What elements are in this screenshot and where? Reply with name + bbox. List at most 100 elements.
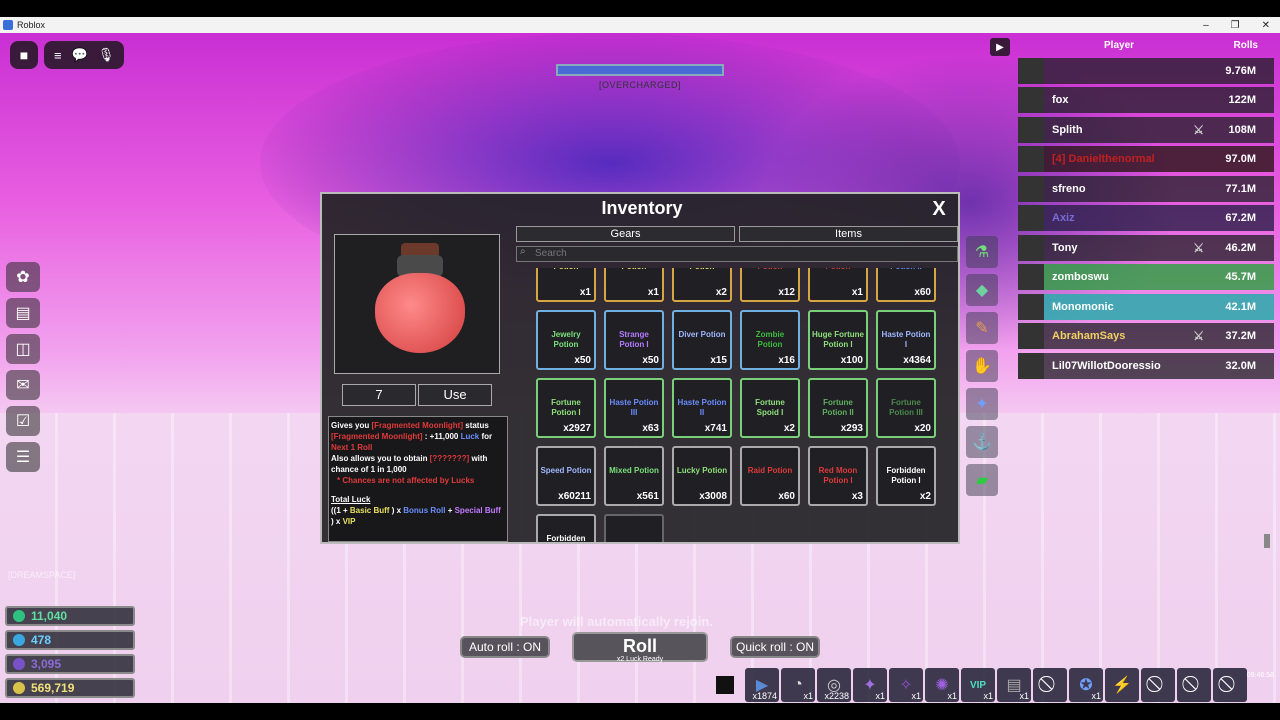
hamburger-icon[interactable]: ≡ bbox=[54, 48, 62, 63]
avatar bbox=[1018, 57, 1044, 84]
item-slot[interactable]: Potion x1 bbox=[604, 268, 664, 302]
close-window-button[interactable]: ✕ bbox=[1262, 20, 1270, 31]
minimize-button[interactable]: – bbox=[1203, 20, 1209, 31]
leaderboard-row[interactable]: sfreno 77.1M bbox=[1018, 175, 1274, 202]
quick-roll-button[interactable]: Quick roll : ON bbox=[730, 636, 820, 658]
item-slot[interactable]: Zombie Potion x16 bbox=[740, 310, 800, 370]
item-slot[interactable]: Lucky Potion x3008 bbox=[672, 446, 732, 506]
star-icon[interactable]: ✦ bbox=[966, 388, 998, 420]
item-slot[interactable]: Huge Fortune Potion I x100 bbox=[808, 310, 868, 370]
tab-items[interactable]: Items bbox=[739, 226, 958, 242]
currency-3: 569,719 bbox=[5, 678, 135, 698]
mic-icon[interactable]: 🎙 bbox=[98, 47, 115, 63]
hotbar-slot[interactable]: ⃠ bbox=[1213, 668, 1247, 702]
hotbar-slot[interactable]: ✪ x1 bbox=[1069, 668, 1103, 702]
leaderboard-row[interactable]: Tony ⚔ 46.2M bbox=[1018, 234, 1274, 261]
item-slot[interactable]: Strange Potion I x50 bbox=[604, 310, 664, 370]
hotbar-count: x1 bbox=[911, 691, 921, 701]
hotbar-slot[interactable]: ⃠ bbox=[1033, 668, 1067, 702]
item-slot[interactable]: Mixed Potion x561 bbox=[604, 446, 664, 506]
item-slot[interactable]: Jewelry Potion x50 bbox=[536, 310, 596, 370]
scroll-icon[interactable]: ✎ bbox=[966, 312, 998, 344]
leaderboard-row[interactable]: fox 122M bbox=[1018, 87, 1274, 113]
item-count: x63 bbox=[642, 423, 659, 434]
stop-icon[interactable] bbox=[716, 676, 734, 694]
player-rolls: 42.1M bbox=[1225, 300, 1256, 313]
hotbar-item-icon: ◔ bbox=[793, 676, 803, 693]
hotbar-slot[interactable]: ⚡ bbox=[1105, 668, 1139, 702]
item-slot[interactable]: Diver Potion x15 bbox=[672, 310, 732, 370]
hotbar-slot[interactable]: ✧ x1 bbox=[889, 668, 923, 702]
hotbar-slot[interactable]: ▶ x1874 bbox=[745, 668, 779, 702]
aura-icon[interactable]: ✿ bbox=[6, 262, 40, 292]
tab-gears[interactable]: Gears bbox=[516, 226, 735, 242]
gem-icon[interactable]: ▰ bbox=[966, 464, 998, 496]
player-rolls: 77.1M bbox=[1225, 182, 1256, 195]
item-slot[interactable]: Raid Potion x60 bbox=[740, 446, 800, 506]
currency-panel: 11,040 478 3,095 569,719 bbox=[5, 606, 135, 698]
leaderboard-row[interactable]: AbrahamSays ⚔ 37.2M bbox=[1018, 323, 1274, 349]
leaderboard-row[interactable]: 9.76M bbox=[1018, 57, 1274, 84]
hotbar-slot[interactable]: ◔ x1 bbox=[781, 668, 815, 702]
hotbar-slot[interactable]: ▤ x1 bbox=[997, 668, 1031, 702]
quantity-input[interactable]: 7 bbox=[342, 384, 416, 406]
letterbox bbox=[0, 703, 1280, 720]
glove-icon[interactable]: ✋ bbox=[966, 350, 998, 382]
item-slot[interactable]: Red Moon Potion I x3 bbox=[808, 446, 868, 506]
leaderboard-row[interactable]: Monomonic 42.1M bbox=[1018, 293, 1274, 320]
leaderboard-row[interactable]: Lil07WillotDooressio 32.0M bbox=[1018, 352, 1274, 379]
dreamspace-label: [DREAMSPACE] bbox=[8, 570, 76, 580]
item-slot[interactable]: Potion x1 bbox=[536, 268, 596, 302]
player-name: Tony bbox=[1052, 241, 1078, 254]
hotbar-slot[interactable]: ⃠ bbox=[1177, 668, 1211, 702]
side-icons: ⚗ ◆ ✎ ✋ ✦ ⚓ ▰ bbox=[966, 236, 998, 496]
item-slot[interactable]: Fortune Spoid I x2 bbox=[740, 378, 800, 438]
item-slot[interactable]: Potion x2 bbox=[672, 268, 732, 302]
roblox-menu-button[interactable]: ■ bbox=[10, 41, 38, 69]
hotbar-slot[interactable]: VIP x1 bbox=[961, 668, 995, 702]
fullscreen-toggle-icon[interactable]: ▶ bbox=[990, 38, 1010, 56]
maximize-button[interactable]: ❐ bbox=[1231, 20, 1240, 31]
item-slot[interactable]: Haste Potion II x741 bbox=[672, 378, 732, 438]
item-slot[interactable]: Speed Potion x60211 bbox=[536, 446, 596, 506]
auto-roll-button[interactable]: Auto roll : ON bbox=[460, 636, 550, 658]
item-slot[interactable]: Potion II x60 bbox=[876, 268, 936, 302]
item-preview bbox=[334, 234, 500, 374]
item-slot[interactable]: Forbidden Potion I x2 bbox=[876, 446, 936, 506]
list-icon[interactable]: ☰ bbox=[6, 442, 40, 472]
scrollbar[interactable] bbox=[1264, 534, 1270, 548]
item-slot[interactable]: Haste Potion I x4364 bbox=[876, 310, 936, 370]
avatar bbox=[1018, 205, 1044, 231]
anchor-icon[interactable]: ⚓ bbox=[966, 426, 998, 458]
quest-icon[interactable]: ✉ bbox=[6, 370, 40, 400]
item-name: Potion bbox=[676, 268, 728, 272]
item-slot[interactable]: Potion x1 bbox=[808, 268, 868, 302]
leaderboard-row[interactable]: zomboswu 45.7M bbox=[1018, 264, 1274, 290]
item-slot[interactable]: Haste Potion III x63 bbox=[604, 378, 664, 438]
leaderboard-row[interactable]: [4] Danielthenormal 97.0M bbox=[1018, 146, 1274, 172]
item-slot[interactable]: Potion x12 bbox=[740, 268, 800, 302]
hotbar-slot[interactable]: ◎ x2238 bbox=[817, 668, 851, 702]
chat-icon[interactable]: 💬 bbox=[72, 47, 88, 63]
item-slot[interactable]: Fortune Potion I x2927 bbox=[536, 378, 596, 438]
storage-icon[interactable]: ◫ bbox=[6, 334, 40, 364]
leaderboard-row[interactable]: Axiz 67.2M bbox=[1018, 205, 1274, 231]
item-slot[interactable]: Fortune Potion II x293 bbox=[808, 378, 868, 438]
roblox-topbar: ■ ≡ 💬 🎙 bbox=[10, 41, 125, 69]
search-input[interactable]: Search bbox=[516, 246, 958, 262]
book-icon[interactable]: ▤ bbox=[6, 298, 40, 328]
player-rolls: 9.76M bbox=[1225, 64, 1256, 77]
checklist-icon[interactable]: ☑ bbox=[6, 406, 40, 436]
item-slot[interactable]: Forbidden Potion II bbox=[536, 514, 596, 542]
item-slot[interactable] bbox=[604, 514, 664, 542]
item-slot[interactable]: Fortune Potion III x20 bbox=[876, 378, 936, 438]
hotbar-slot[interactable]: ✦ x1 bbox=[853, 668, 887, 702]
hotbar-slot[interactable]: ⃠ bbox=[1141, 668, 1175, 702]
hotbar-slot[interactable]: ✺ x1 bbox=[925, 668, 959, 702]
close-icon[interactable]: X bbox=[926, 196, 952, 222]
crystal-icon[interactable]: ◆ bbox=[966, 274, 998, 306]
potion-icon[interactable]: ⚗ bbox=[966, 236, 998, 268]
use-button[interactable]: Use bbox=[418, 384, 492, 406]
leaderboard-row[interactable]: Splith ⚔ 108M bbox=[1018, 116, 1274, 143]
hotbar-count: x1 bbox=[947, 691, 957, 701]
